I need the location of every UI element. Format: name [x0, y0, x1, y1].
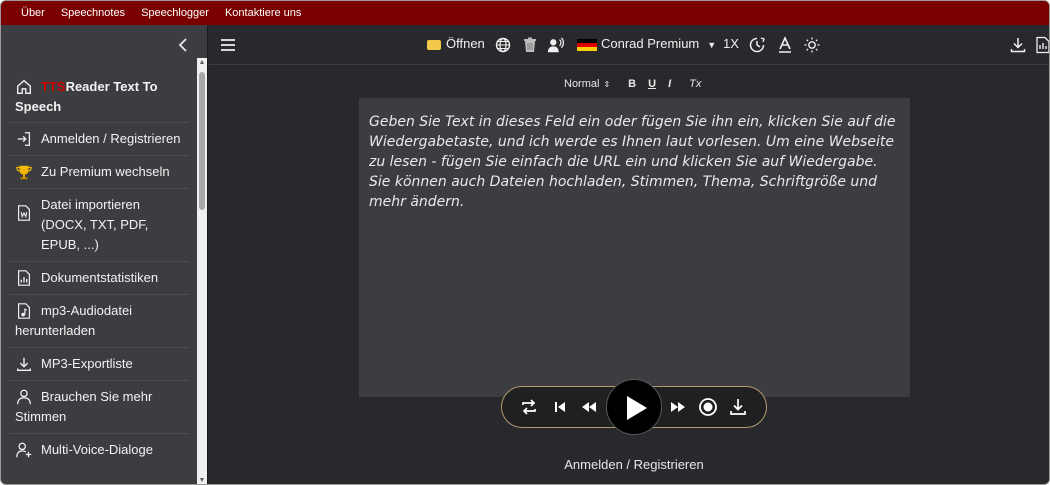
- folder-icon: [427, 39, 441, 50]
- voice-icon[interactable]: [547, 33, 565, 55]
- trash-icon[interactable]: [521, 33, 539, 55]
- home-icon: [15, 77, 35, 97]
- scroll-down-arrow-icon[interactable]: ▼: [197, 476, 207, 484]
- sidebar-item-label: Datei importieren (DOCX, TXT, PDF, EPUB,…: [41, 197, 149, 252]
- sidebar-item-label: Anmelden / Registrieren: [41, 131, 181, 146]
- chevron-left-icon[interactable]: [175, 38, 191, 56]
- trophy-icon: [15, 162, 35, 182]
- top-navigation: Über Speechnotes Speechlogger Kontaktier…: [1, 1, 1049, 25]
- sidebar-item-home[interactable]: TTSReader Text To Speech: [9, 69, 189, 123]
- sidebar-item-multi-voice[interactable]: Multi-Voice-Dialoge: [9, 434, 189, 466]
- pdf-icon[interactable]: [1034, 33, 1049, 55]
- speed-button[interactable]: 1X: [723, 33, 739, 55]
- nav-link-about[interactable]: Über: [21, 7, 45, 19]
- sidebar-item-mp3-download[interactable]: mp3-Audiodatei herunterladen: [9, 295, 189, 348]
- nav-link-speechnotes[interactable]: Speechnotes: [61, 7, 125, 19]
- sidebar: TTSReader Text To Speech Anmelden / Regi…: [1, 25, 208, 484]
- scrollbar-thumb[interactable]: [199, 72, 205, 210]
- format-toolbar: Normal ⇕ B U I Tx: [564, 75, 713, 93]
- clear-format-button[interactable]: Tx: [689, 78, 701, 90]
- font-size-icon[interactable]: [776, 33, 794, 55]
- brightness-icon[interactable]: [803, 33, 821, 55]
- nav-link-speechlogger[interactable]: Speechlogger: [141, 7, 209, 19]
- play-button[interactable]: [606, 379, 662, 435]
- italic-button[interactable]: I: [668, 78, 671, 90]
- globe-icon[interactable]: [494, 33, 512, 55]
- stats-file-icon: [15, 268, 35, 288]
- open-label: Öffnen: [446, 36, 485, 51]
- voice-label: Conrad Premium: [601, 36, 700, 51]
- style-select[interactable]: Normal ⇕: [564, 78, 610, 90]
- open-button[interactable]: Öffnen: [427, 33, 485, 55]
- voice-selector[interactable]: Conrad Premium ▼: [577, 33, 716, 55]
- sidebar-item-label: MP3-Exportliste: [41, 356, 133, 371]
- add-person-icon: [15, 440, 35, 460]
- rewind-icon[interactable]: [579, 397, 601, 419]
- repeat-icon[interactable]: [519, 397, 541, 419]
- sidebar-item-label: Dokumentstatistiken: [41, 270, 159, 285]
- updown-icon: ⇕: [603, 80, 611, 89]
- bold-button[interactable]: B: [628, 78, 636, 90]
- sidebar-item-import[interactable]: Datei importieren (DOCX, TXT, PDF, EPUB,…: [9, 189, 189, 262]
- download-icon[interactable]: [728, 397, 750, 419]
- sidebar-scrollbar[interactable]: ▲ ▼: [197, 58, 207, 484]
- brand-tts: TTS: [41, 79, 66, 94]
- sidebar-home-label: TTSReader Text To Speech: [15, 79, 158, 114]
- word-file-icon: [15, 203, 35, 223]
- toolbar: Öffnen Conrad Premium ▼ 1X: [209, 25, 1049, 65]
- record-icon[interactable]: [698, 397, 720, 419]
- sidebar-item-more-voices[interactable]: Brauchen Sie mehr Stimmen: [9, 381, 189, 434]
- timer-icon[interactable]: [748, 33, 766, 55]
- download-icon[interactable]: [1009, 33, 1027, 55]
- download-icon: [15, 354, 35, 374]
- menu-icon[interactable]: [219, 33, 237, 55]
- app-window: Über Speechnotes Speechlogger Kontaktier…: [0, 0, 1050, 485]
- sidebar-item-statistics[interactable]: Dokumentstatistiken: [9, 262, 189, 295]
- sidebar-menu: TTSReader Text To Speech Anmelden / Regi…: [1, 69, 197, 466]
- sidebar-item-mp3-export-list[interactable]: MP3-Exportliste: [9, 348, 189, 381]
- german-flag-icon: [577, 38, 597, 51]
- fast-forward-icon[interactable]: [668, 397, 690, 419]
- skip-start-icon[interactable]: [550, 397, 572, 419]
- sidebar-item-label: Zu Premium wechseln: [41, 164, 170, 179]
- nav-link-contact[interactable]: Kontaktiere uns: [225, 7, 301, 19]
- play-icon: [627, 396, 647, 420]
- sidebar-item-login[interactable]: Anmelden / Registrieren: [9, 123, 189, 156]
- audio-file-icon: [15, 301, 35, 321]
- main-panel: Öffnen Conrad Premium ▼ 1X Normal ⇕ B U …: [209, 25, 1049, 484]
- brand-title: Reader Text To Speech: [15, 79, 158, 114]
- sidebar-item-label: Multi-Voice-Dialoge: [41, 442, 153, 457]
- underline-button[interactable]: U: [648, 78, 656, 90]
- login-icon: [15, 129, 35, 149]
- style-label: Normal: [564, 78, 600, 90]
- scroll-up-arrow-icon[interactable]: ▲: [197, 58, 207, 68]
- footer-login-link[interactable]: Anmelden / Registrieren: [549, 457, 719, 472]
- person-icon: [15, 387, 35, 407]
- sidebar-item-label: Brauchen Sie mehr Stimmen: [15, 389, 153, 424]
- audio-player: [501, 379, 767, 435]
- text-editor[interactable]: Geben Sie Text in dieses Feld ein oder f…: [359, 98, 910, 397]
- caret-down-icon: ▼: [707, 39, 717, 50]
- sidebar-item-premium[interactable]: Zu Premium wechseln: [9, 156, 189, 189]
